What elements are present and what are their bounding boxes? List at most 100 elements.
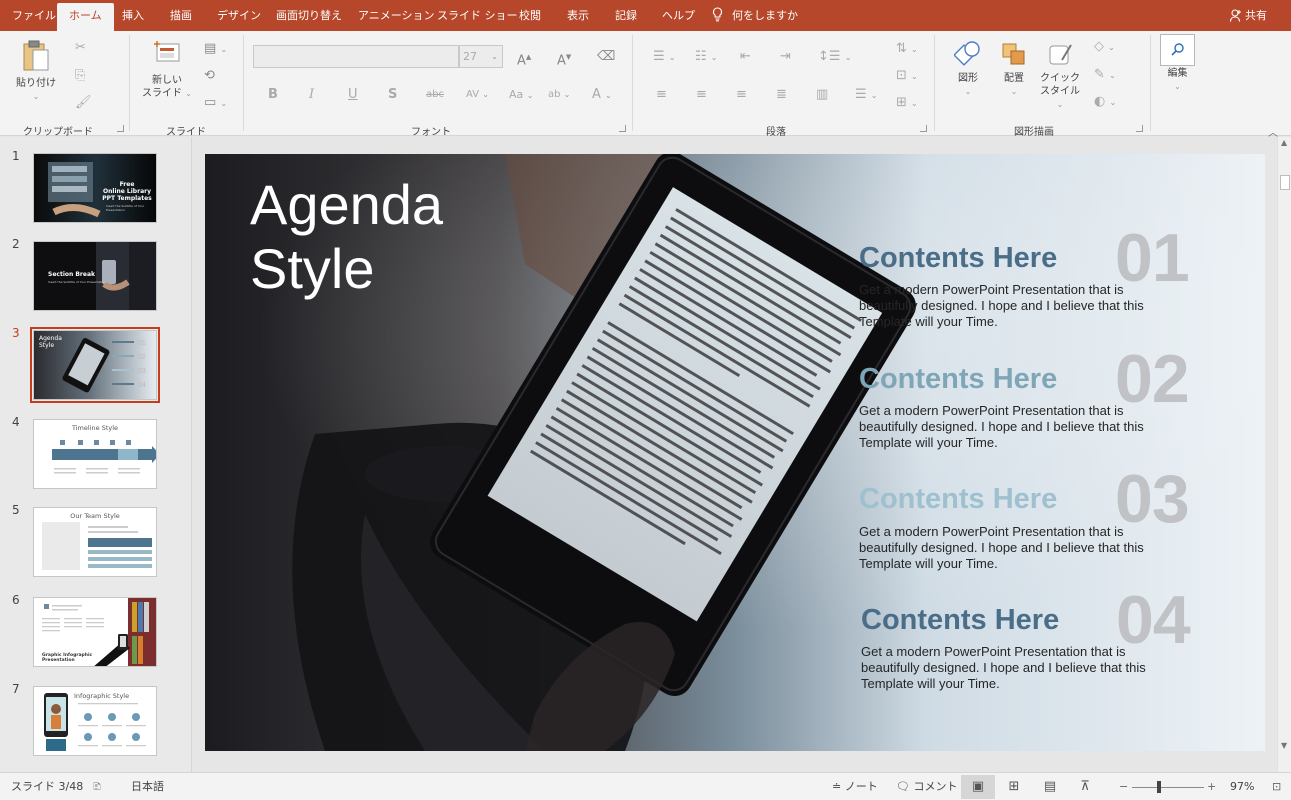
justify-icon[interactable]: ≣ bbox=[776, 87, 787, 103]
text-direction-icon[interactable]: ⇅ ⌄ bbox=[896, 41, 918, 58]
paste-button[interactable]: 貼り付け ⌄ bbox=[14, 39, 58, 103]
zoom-level[interactable]: 97% bbox=[1230, 773, 1254, 800]
section-icon[interactable]: ▭ ⌄ bbox=[204, 95, 227, 112]
increase-font-icon[interactable]: A▲ bbox=[517, 49, 531, 69]
language-indicator[interactable]: 日本語 bbox=[131, 773, 164, 800]
highlight-icon[interactable]: ab ⌄ bbox=[548, 87, 570, 103]
scroll-up-icon[interactable]: ▲ bbox=[1281, 138, 1287, 147]
tab-insert[interactable]: 挿入 bbox=[122, 0, 144, 31]
find-button[interactable] bbox=[1160, 34, 1195, 66]
tab-draw[interactable]: 描画 bbox=[170, 0, 192, 31]
content-number-3[interactable]: 03 bbox=[1115, 465, 1190, 533]
scroll-down-icon[interactable]: ▼ bbox=[1281, 741, 1287, 750]
clear-format-icon[interactable]: ⌫ bbox=[597, 49, 615, 65]
reading-view-button[interactable]: ▤ bbox=[1033, 775, 1067, 799]
shape-outline-icon[interactable]: ✎ ⌄ bbox=[1094, 67, 1116, 84]
numbering-icon[interactable]: ☷ ⌄ bbox=[695, 49, 718, 66]
tab-record[interactable]: 記録 bbox=[615, 0, 637, 31]
content-number-4[interactable]: 04 bbox=[1116, 586, 1191, 654]
copy-icon[interactable]: ⎘ bbox=[75, 68, 85, 84]
slide-thumbnail-7[interactable]: Infographic Style bbox=[33, 686, 157, 756]
align-left-icon[interactable]: ≡ bbox=[656, 87, 667, 103]
shapes-button[interactable]: 図形 ⌄ bbox=[950, 40, 986, 98]
paragraph-launcher-icon[interactable] bbox=[920, 125, 927, 132]
decrease-font-icon[interactable]: A▼ bbox=[557, 49, 571, 69]
slide-thumbnail-pane[interactable]: 1 Free Online Library PPT Templates Inse… bbox=[0, 137, 192, 772]
reset-icon[interactable]: ⟲ bbox=[204, 68, 215, 84]
slide-title[interactable]: Agenda Style bbox=[250, 173, 443, 301]
shadow-icon[interactable]: S bbox=[388, 87, 397, 103]
slide-thumbnail-3[interactable]: 01 02 03 04 Agenda Style bbox=[30, 327, 160, 403]
decrease-indent-icon[interactable]: ⇤ bbox=[740, 49, 751, 65]
arrange-button[interactable]: 配置 ⌄ bbox=[996, 40, 1032, 98]
slide-thumbnail-5[interactable]: Our Team Style bbox=[33, 507, 157, 577]
slideshow-button[interactable]: ⊼ bbox=[1068, 775, 1102, 799]
vertical-scrollbar[interactable]: ▲ ▼ bbox=[1277, 137, 1291, 772]
quick-styles-button[interactable]: クイック スタイル ⌄ bbox=[1037, 40, 1083, 111]
new-slide-button[interactable]: 新しい スライド ⌄ bbox=[142, 40, 192, 100]
notes-button[interactable]: ≐ ノート bbox=[832, 773, 878, 800]
smartart-icon[interactable]: ⊞ ⌄ bbox=[896, 95, 918, 112]
slide-thumbnail-6[interactable]: Graphic Infographic Presentation bbox=[33, 597, 157, 667]
normal-view-button[interactable]: ▣ bbox=[961, 775, 995, 799]
slide-thumbnail-2[interactable]: Section Break Insert the Subtitle of You… bbox=[33, 241, 157, 311]
strikethrough-icon[interactable]: abc bbox=[426, 87, 444, 103]
line-spacing-icon[interactable]: ↕☰ ⌄ bbox=[818, 49, 851, 66]
slide-canvas[interactable]: Agenda Style Contents Here 01 Get a mode… bbox=[205, 154, 1265, 751]
slide-thumbnail-4[interactable]: Timeline Style bbox=[33, 419, 157, 489]
content-heading-2[interactable]: Contents Here bbox=[859, 363, 1057, 395]
tab-slideshow[interactable]: スライド ショー bbox=[437, 0, 518, 31]
italic-icon[interactable]: I bbox=[309, 87, 314, 103]
font-size-box[interactable]: 27 ⌄ bbox=[459, 45, 503, 68]
shape-effects-icon[interactable]: ◐ ⌄ bbox=[1094, 94, 1116, 111]
content-number-1[interactable]: 01 bbox=[1115, 224, 1190, 292]
tab-transitions[interactable]: 画面切り替え bbox=[276, 0, 342, 31]
scrollbar-thumb[interactable] bbox=[1280, 175, 1290, 190]
font-color-icon[interactable]: A ⌄ bbox=[592, 87, 612, 104]
content-body-1[interactable]: Get a modern PowerPoint Presentation tha… bbox=[859, 282, 1159, 330]
format-painter-icon[interactable]: 🖌 bbox=[75, 95, 92, 111]
editing-button[interactable]: 編集 ⌄ bbox=[1160, 67, 1195, 93]
content-number-2[interactable]: 02 bbox=[1115, 345, 1190, 413]
bold-icon[interactable]: B bbox=[268, 87, 278, 103]
align-right-icon[interactable]: ≡ bbox=[736, 87, 747, 103]
content-body-3[interactable]: Get a modern PowerPoint Presentation tha… bbox=[859, 524, 1159, 572]
zoom-slider-knob[interactable] bbox=[1157, 781, 1161, 793]
tab-design[interactable]: デザイン bbox=[217, 0, 261, 31]
underline-icon[interactable]: U bbox=[348, 87, 358, 103]
font-launcher-icon[interactable] bbox=[619, 125, 626, 132]
slide-sorter-button[interactable]: ⊞ bbox=[997, 775, 1031, 799]
fit-to-window-icon[interactable]: ⊡ bbox=[1272, 773, 1281, 800]
columns-dropdown-icon[interactable]: ☰ ⌄ bbox=[855, 87, 878, 104]
tab-help[interactable]: ヘルプ bbox=[662, 0, 695, 31]
comments-button[interactable]: 🗨 コメント bbox=[896, 773, 957, 800]
content-heading-1[interactable]: Contents Here bbox=[859, 242, 1057, 274]
tab-review[interactable]: 校閲 bbox=[519, 0, 541, 31]
align-text-icon[interactable]: ⊡ ⌄ bbox=[896, 68, 918, 85]
columns-icon[interactable]: ▥ bbox=[816, 87, 828, 103]
change-case-icon[interactable]: Aa ⌄ bbox=[509, 87, 533, 104]
zoom-out-icon[interactable]: − bbox=[1119, 773, 1128, 800]
font-name-box[interactable] bbox=[253, 45, 459, 68]
align-center-icon[interactable]: ≡ bbox=[696, 87, 707, 103]
tab-home[interactable]: ホーム bbox=[57, 3, 114, 31]
tab-view[interactable]: 表示 bbox=[567, 0, 589, 31]
slide-thumbnail-1[interactable]: Free Online Library PPT Templates Insert… bbox=[33, 153, 157, 223]
tell-me-search[interactable]: 何をしますか bbox=[712, 0, 798, 31]
cut-icon[interactable]: ✂ bbox=[75, 40, 86, 56]
accessibility-icon[interactable]: 🗈 bbox=[93, 773, 101, 800]
zoom-slider[interactable] bbox=[1132, 787, 1204, 788]
drawing-launcher-icon[interactable] bbox=[1136, 125, 1143, 132]
tab-file[interactable]: ファイル bbox=[12, 0, 56, 31]
tab-animations[interactable]: アニメーション bbox=[358, 0, 435, 31]
increase-indent-icon[interactable]: ⇥ bbox=[780, 49, 791, 65]
content-body-2[interactable]: Get a modern PowerPoint Presentation tha… bbox=[859, 403, 1159, 451]
zoom-in-icon[interactable]: + bbox=[1207, 773, 1216, 800]
content-body-4[interactable]: Get a modern PowerPoint Presentation tha… bbox=[861, 644, 1161, 692]
share-button[interactable]: 共有 bbox=[1229, 0, 1267, 31]
bullets-icon[interactable]: ☰ ⌄ bbox=[653, 49, 676, 66]
shape-fill-icon[interactable]: ◇ ⌄ bbox=[1094, 39, 1115, 56]
character-spacing-icon[interactable]: AV ⌄ bbox=[466, 87, 489, 103]
content-heading-4[interactable]: Contents Here bbox=[861, 604, 1059, 636]
clipboard-launcher-icon[interactable] bbox=[117, 125, 124, 132]
